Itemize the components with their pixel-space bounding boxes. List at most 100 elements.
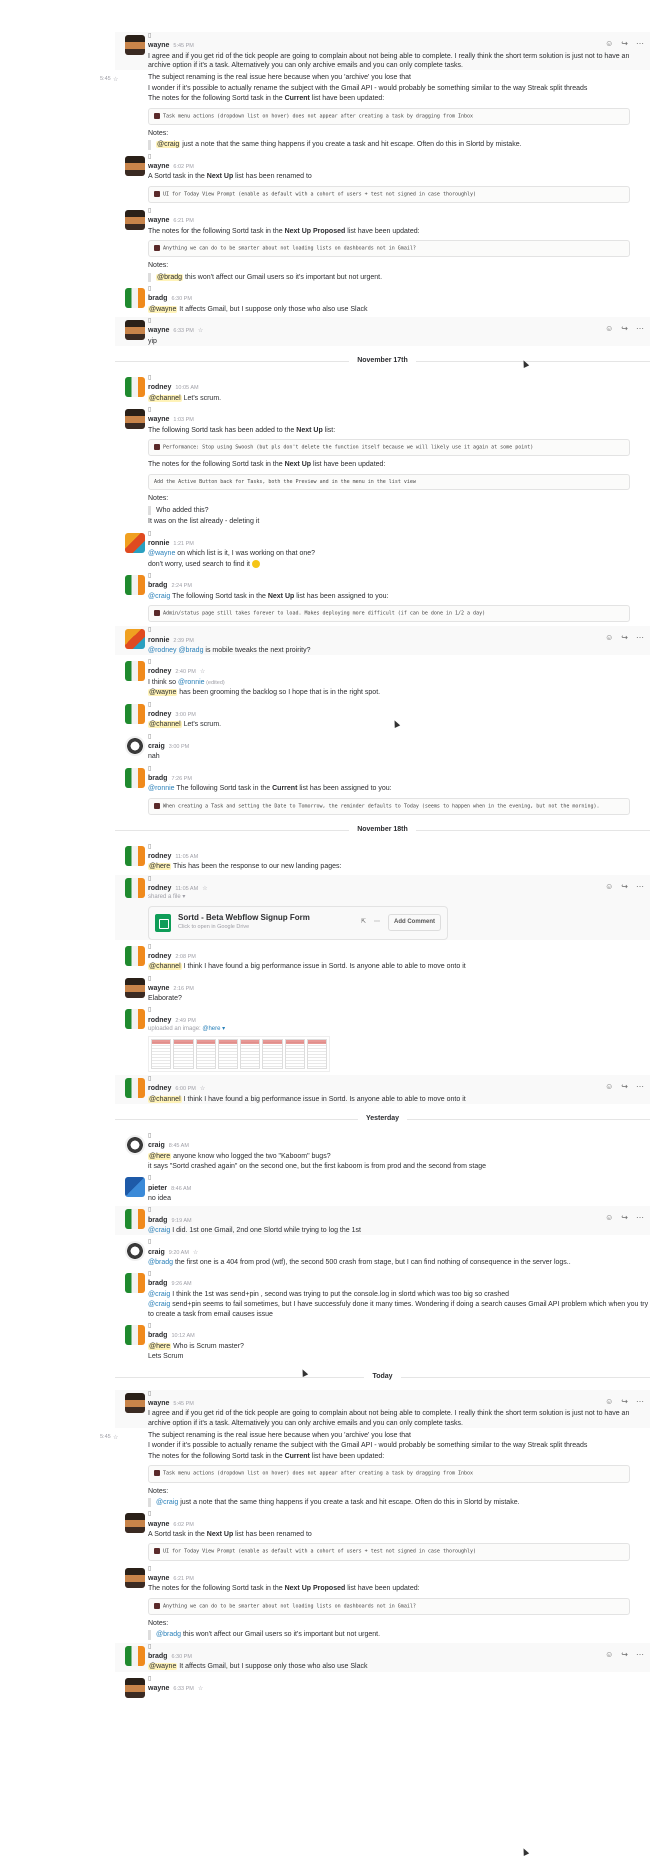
- mention-link[interactable]: @wayne: [148, 1663, 178, 1671]
- avatar[interactable]: [125, 1567, 145, 1588]
- timestamp[interactable]: 6:21 PM: [173, 1576, 193, 1583]
- timestamp[interactable]: 10:05 AM: [175, 385, 198, 392]
- mention-link[interactable]: @channel: [148, 394, 182, 402]
- avatar[interactable]: [125, 661, 145, 682]
- add-reaction-icon[interactable]: ☺: [605, 324, 613, 335]
- mention-link[interactable]: @ronnie: [148, 785, 175, 792]
- timestamp[interactable]: 2:40 PM: [175, 669, 195, 676]
- avatar[interactable]: [125, 210, 145, 231]
- timestamp[interactable]: 3:00 PM: [175, 712, 195, 719]
- timestamp[interactable]: 7:26 PM: [171, 776, 191, 783]
- mention-link[interactable]: @craig: [156, 141, 181, 149]
- mention-link[interactable]: @channel: [148, 721, 182, 729]
- author-name[interactable]: ronnie: [148, 539, 169, 548]
- star-icon[interactable]: ☆: [198, 1685, 203, 1693]
- add-reaction-icon[interactable]: ☺: [605, 1397, 613, 1408]
- mention-link[interactable]: @craig: [156, 1499, 178, 1506]
- avatar[interactable]: [125, 575, 145, 596]
- avatar[interactable]: [125, 1513, 145, 1534]
- author-name[interactable]: rodney: [148, 1084, 171, 1093]
- avatar[interactable]: [125, 877, 145, 898]
- avatar[interactable]: [125, 767, 145, 788]
- author-name[interactable]: rodney: [148, 952, 171, 961]
- author-name[interactable]: rodney: [148, 884, 171, 893]
- author-name[interactable]: craig: [148, 742, 165, 751]
- share-icon[interactable]: ↪: [621, 1082, 628, 1093]
- avatar[interactable]: [125, 1177, 145, 1198]
- mention-link[interactable]: @channel: [148, 1095, 182, 1103]
- author-name[interactable]: wayne: [148, 415, 169, 424]
- avatar[interactable]: [125, 1135, 145, 1156]
- mention-link[interactable]: @here: [148, 1152, 172, 1160]
- timestamp[interactable]: 9:19 AM: [171, 1218, 191, 1225]
- author-name[interactable]: rodney: [148, 1016, 171, 1025]
- mention-link[interactable]: @bradg: [156, 1631, 181, 1638]
- open-external-icon[interactable]: ⇱: [361, 918, 366, 926]
- timestamp[interactable]: 2:49 PM: [175, 1018, 195, 1025]
- timestamp[interactable]: 6:33 PM: [173, 1686, 193, 1693]
- add-reaction-icon[interactable]: ☺: [605, 1650, 613, 1661]
- star-icon[interactable]: ☆: [200, 1085, 205, 1093]
- avatar[interactable]: [125, 845, 145, 866]
- timestamp[interactable]: 6:21 PM: [173, 218, 193, 225]
- avatar[interactable]: [125, 977, 145, 998]
- mention-link[interactable]: @channel: [148, 963, 182, 971]
- more-actions-icon[interactable]: ⋯: [636, 633, 644, 644]
- author-name[interactable]: wayne: [148, 1684, 169, 1693]
- author-name[interactable]: rodney: [148, 383, 171, 392]
- timestamp[interactable]: 5:45: [100, 76, 111, 83]
- share-icon[interactable]: ↪: [621, 1650, 628, 1661]
- avatar[interactable]: [125, 1009, 145, 1030]
- more-actions-icon[interactable]: ⋯: [636, 1650, 644, 1661]
- timestamp[interactable]: 5:45 PM: [173, 43, 193, 50]
- share-icon[interactable]: ↪: [621, 39, 628, 50]
- avatar[interactable]: [125, 945, 145, 966]
- author-name[interactable]: ronnie: [148, 636, 169, 645]
- more-actions-icon[interactable]: ⋯: [636, 1082, 644, 1093]
- mention-link[interactable]: @wayne: [148, 550, 175, 557]
- avatar[interactable]: [125, 532, 145, 553]
- mention-link[interactable]: @wayne: [148, 305, 178, 313]
- add-comment-button[interactable]: Add Comment: [388, 914, 441, 931]
- avatar[interactable]: [125, 320, 145, 341]
- avatar[interactable]: [125, 409, 145, 430]
- avatar[interactable]: [125, 1677, 145, 1698]
- timestamp[interactable]: 6:33 PM: [173, 328, 193, 335]
- add-reaction-icon[interactable]: ☺: [605, 882, 613, 893]
- star-icon[interactable]: ☆: [200, 668, 205, 676]
- image-thumbnail[interactable]: [148, 1036, 330, 1073]
- mention-link[interactable]: @ronnie: [178, 679, 205, 686]
- share-icon[interactable]: ↪: [621, 1397, 628, 1408]
- star-icon[interactable]: ☆: [198, 327, 203, 335]
- author-name[interactable]: wayne: [148, 216, 169, 225]
- timestamp[interactable]: 2:39 PM: [173, 638, 193, 645]
- more-actions-icon[interactable]: ⋯: [636, 882, 644, 893]
- author-name[interactable]: bradg: [148, 1652, 167, 1661]
- author-name[interactable]: pieter: [148, 1184, 167, 1193]
- share-icon[interactable]: ↪: [621, 633, 628, 644]
- more-actions-icon[interactable]: ⋯: [636, 324, 644, 335]
- add-reaction-icon[interactable]: ☺: [605, 39, 613, 50]
- author-name[interactable]: wayne: [148, 1574, 169, 1583]
- author-name[interactable]: bradg: [148, 774, 167, 783]
- author-name[interactable]: wayne: [148, 326, 169, 335]
- add-reaction-icon[interactable]: ☺: [605, 1082, 613, 1093]
- share-icon[interactable]: ↪: [621, 882, 628, 893]
- avatar[interactable]: [125, 1209, 145, 1230]
- author-name[interactable]: craig: [148, 1248, 165, 1257]
- timestamp[interactable]: 9:20 AM: [169, 1250, 189, 1257]
- mention-link[interactable]: @wayne: [148, 689, 178, 697]
- timestamp[interactable]: 1:21 PM: [173, 541, 193, 548]
- author-name[interactable]: bradg: [148, 294, 167, 303]
- author-name[interactable]: bradg: [148, 1216, 167, 1225]
- avatar[interactable]: [125, 35, 145, 55]
- avatar[interactable]: [125, 377, 145, 398]
- more-actions-icon[interactable]: ⋯: [636, 1397, 644, 1408]
- mention-link[interactable]: @craig: [148, 593, 170, 600]
- file-name[interactable]: Sortd - Beta Webflow Signup Form: [178, 913, 310, 924]
- mention-link[interactable]: @here ▾: [202, 1026, 225, 1032]
- timestamp[interactable]: 6:00 PM: [175, 1086, 195, 1093]
- avatar[interactable]: [125, 155, 145, 176]
- more-icon[interactable]: ⋯: [374, 918, 380, 926]
- author-name[interactable]: rodney: [148, 667, 171, 676]
